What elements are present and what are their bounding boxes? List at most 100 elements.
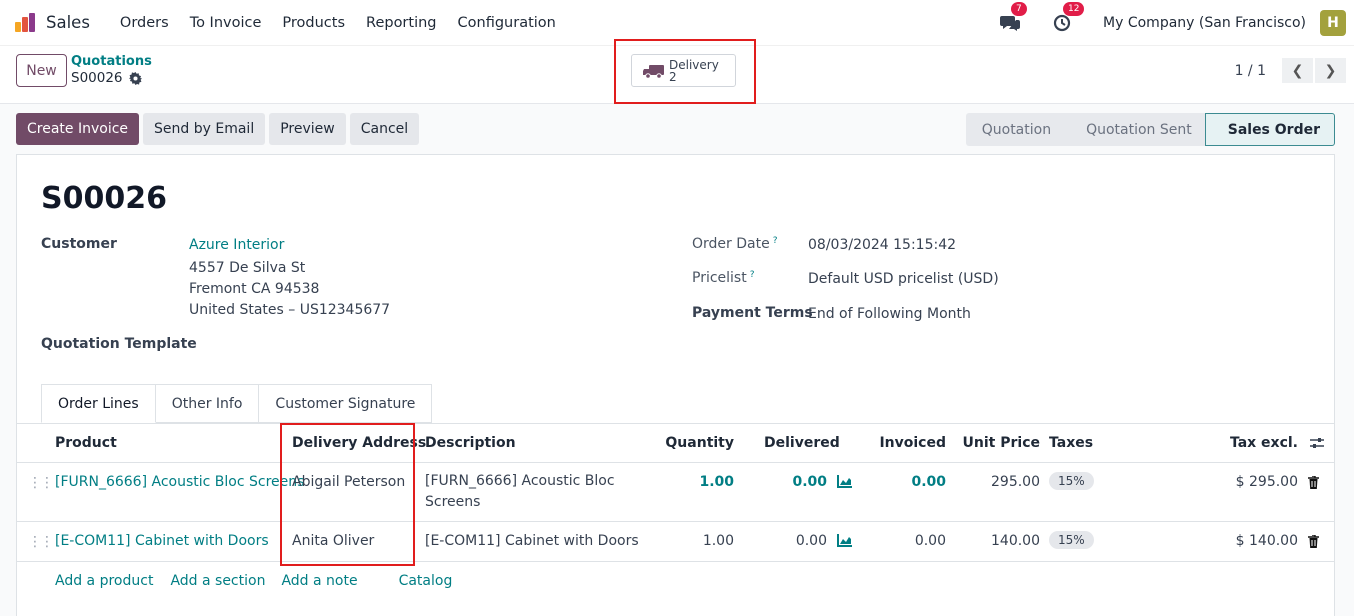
chevron-right-icon: ❯ bbox=[1324, 62, 1337, 79]
order-lines-table: Product Delivery Address Description Qua… bbox=[17, 423, 1334, 589]
top-navbar: Sales Orders To Invoice Products Reporti… bbox=[0, 0, 1354, 46]
row-delivery-address[interactable]: Abigail Peterson bbox=[292, 474, 405, 490]
gear-icon[interactable] bbox=[128, 71, 142, 85]
row-description-line-2: Screens bbox=[425, 494, 481, 510]
pricelist-value[interactable]: Default USD pricelist (USD) bbox=[808, 271, 999, 287]
sales-app-icon[interactable] bbox=[14, 12, 36, 34]
order-date-value[interactable]: 08/03/2024 15:15:42 bbox=[808, 237, 956, 253]
add-line-links: Add a product Add a section Add a note C… bbox=[55, 573, 452, 589]
tab-other-info[interactable]: Other Info bbox=[155, 384, 260, 423]
table-header: Product Delivery Address Description Qua… bbox=[17, 423, 1334, 463]
stage-sales-order[interactable]: Sales Order bbox=[1204, 113, 1335, 146]
col-unit-price[interactable]: Unit Price bbox=[963, 435, 1040, 451]
order-date-label: Order Date? bbox=[692, 236, 777, 252]
chevron-left-icon: ❮ bbox=[1291, 62, 1304, 79]
row-quantity[interactable]: 1.00 bbox=[703, 533, 734, 549]
address-line-1: 4557 De Silva St bbox=[189, 260, 306, 276]
pricelist-label-text: Pricelist bbox=[692, 270, 747, 286]
add-note-link[interactable]: Add a note bbox=[281, 573, 357, 589]
send-by-email-button[interactable]: Send by Email bbox=[143, 113, 266, 145]
col-delivery-address[interactable]: Delivery Address bbox=[292, 435, 426, 451]
status-bar: Quotation Quotation Sent Sales Order bbox=[965, 113, 1335, 146]
row-delivered[interactable]: 0.00 bbox=[796, 533, 827, 549]
row-subtotal: $ 140.00 bbox=[1235, 533, 1298, 549]
row-delivered[interactable]: 0.00 bbox=[792, 474, 827, 490]
address-line-3: United States – US12345677 bbox=[189, 302, 391, 318]
row-description[interactable]: [E-COM11] Cabinet with Doors bbox=[425, 533, 639, 549]
col-product[interactable]: Product bbox=[55, 435, 117, 451]
row-invoiced[interactable]: 0.00 bbox=[915, 533, 946, 549]
forecast-chart-icon[interactable] bbox=[837, 534, 852, 551]
cancel-button[interactable]: Cancel bbox=[349, 113, 420, 145]
company-switcher[interactable]: My Company (San Francisco) bbox=[1103, 15, 1306, 31]
help-icon[interactable]: ? bbox=[773, 236, 778, 246]
activities-button[interactable]: 12 bbox=[1051, 2, 1085, 34]
menu-to-invoice[interactable]: To Invoice bbox=[190, 15, 262, 31]
activities-badge: 12 bbox=[1063, 2, 1085, 16]
row-subtotal: $ 295.00 bbox=[1235, 474, 1298, 490]
menu-orders[interactable]: Orders bbox=[120, 15, 169, 31]
pager-previous-button[interactable]: ❮ bbox=[1282, 58, 1313, 83]
row-description[interactable]: [FURN_6666] Acoustic Bloc Screens bbox=[425, 471, 615, 513]
row-description-line-1: [FURN_6666] Acoustic Bloc bbox=[425, 473, 615, 489]
messages-button[interactable]: 7 bbox=[999, 2, 1027, 34]
row-product[interactable]: [FURN_6666] Acoustic Bloc Screens bbox=[55, 474, 304, 490]
pricelist-label: Pricelist? bbox=[692, 270, 755, 286]
app-name[interactable]: Sales bbox=[46, 13, 90, 32]
forecast-chart-icon[interactable] bbox=[837, 475, 852, 492]
menu-configuration[interactable]: Configuration bbox=[458, 15, 556, 31]
menu-reporting[interactable]: Reporting bbox=[366, 15, 437, 31]
trash-icon[interactable] bbox=[1308, 475, 1319, 493]
help-icon[interactable]: ? bbox=[750, 270, 755, 280]
col-taxes[interactable]: Taxes bbox=[1049, 435, 1093, 451]
trash-icon[interactable] bbox=[1308, 534, 1319, 552]
table-row[interactable]: ⋮⋮ [FURN_6666] Acoustic Bloc Screens Abi… bbox=[17, 463, 1334, 522]
customer-link[interactable]: Azure Interior bbox=[189, 237, 284, 253]
row-tax-badge[interactable]: 15% bbox=[1049, 472, 1094, 490]
table-row[interactable]: ⋮⋮ [E-COM11] Cabinet with Doors Anita Ol… bbox=[17, 522, 1334, 562]
customer-label: Customer bbox=[41, 236, 117, 252]
user-avatar[interactable]: H bbox=[1320, 10, 1346, 36]
order-title: S00026 bbox=[41, 181, 167, 216]
row-delivery-address[interactable]: Anita Oliver bbox=[292, 533, 374, 549]
notebook-tabs: Order Lines Other Info Customer Signatur… bbox=[41, 384, 433, 423]
row-tax-label: 15% bbox=[1049, 531, 1094, 549]
row-quantity[interactable]: 1.00 bbox=[699, 474, 734, 490]
pager-value[interactable]: 1 / 1 bbox=[1235, 63, 1266, 79]
col-invoiced[interactable]: Invoiced bbox=[879, 435, 946, 451]
preview-button[interactable]: Preview bbox=[269, 113, 346, 145]
delivery-count: 2 bbox=[669, 69, 677, 84]
stage-quotation[interactable]: Quotation bbox=[965, 113, 1066, 146]
delivery-smart-button[interactable]: Delivery 2 bbox=[631, 54, 736, 87]
tab-customer-signature[interactable]: Customer Signature bbox=[259, 384, 433, 423]
add-product-link[interactable]: Add a product bbox=[55, 573, 153, 589]
drag-handle-icon[interactable]: ⋮⋮ bbox=[28, 475, 54, 491]
catalog-link[interactable]: Catalog bbox=[399, 573, 453, 589]
order-date-label-text: Order Date bbox=[692, 236, 770, 252]
add-section-link[interactable]: Add a section bbox=[170, 573, 265, 589]
form-sheet: S00026 Customer Azure Interior 4557 De S… bbox=[16, 154, 1335, 616]
quotation-template-label: Quotation Template bbox=[41, 336, 197, 352]
row-product[interactable]: [E-COM11] Cabinet with Doors bbox=[55, 533, 269, 549]
chat-icon bbox=[1000, 16, 1021, 31]
col-delivered[interactable]: Delivered bbox=[764, 435, 840, 451]
stage-quotation-sent[interactable]: Quotation Sent bbox=[1064, 113, 1206, 146]
optional-columns-icon[interactable] bbox=[1310, 436, 1324, 454]
create-invoice-button[interactable]: Create Invoice bbox=[16, 113, 140, 145]
breadcrumb-quotations[interactable]: Quotations bbox=[71, 54, 152, 69]
row-tax-badge[interactable]: 15% bbox=[1049, 531, 1094, 549]
clock-icon bbox=[1053, 14, 1071, 32]
pager-next-button[interactable]: ❯ bbox=[1315, 58, 1346, 83]
col-quantity[interactable]: Quantity bbox=[665, 435, 734, 451]
tab-order-lines[interactable]: Order Lines bbox=[41, 384, 156, 423]
row-unit-price[interactable]: 295.00 bbox=[991, 474, 1040, 490]
row-unit-price[interactable]: 140.00 bbox=[991, 533, 1040, 549]
menu-products[interactable]: Products bbox=[282, 15, 345, 31]
payment-terms-label: Payment Terms bbox=[692, 305, 813, 321]
row-invoiced[interactable]: 0.00 bbox=[911, 474, 946, 490]
payment-terms-value[interactable]: End of Following Month bbox=[808, 306, 971, 322]
new-button[interactable]: New bbox=[16, 54, 67, 87]
col-description[interactable]: Description bbox=[425, 435, 516, 451]
drag-handle-icon[interactable]: ⋮⋮ bbox=[28, 534, 54, 550]
col-tax-excl[interactable]: Tax excl. bbox=[1230, 435, 1298, 451]
